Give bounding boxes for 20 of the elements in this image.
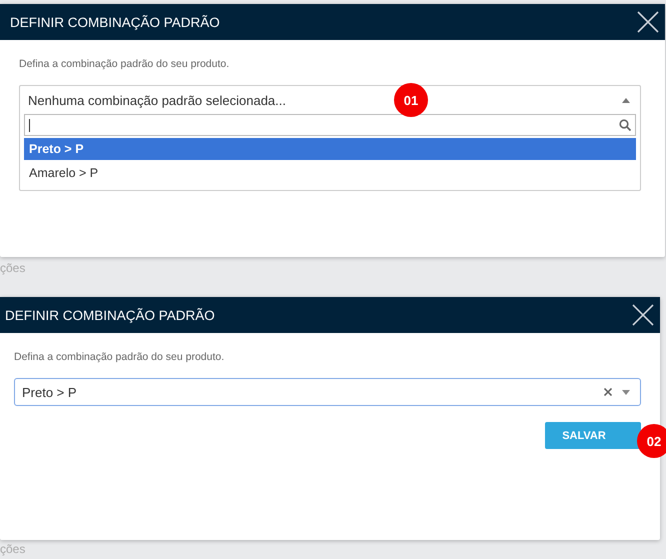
caret-up-icon bbox=[622, 98, 630, 102]
search-icon bbox=[619, 119, 631, 131]
background-text: ções bbox=[0, 261, 26, 275]
modal-title: DEFINIR COMBINAÇÃO PADRÃO bbox=[5, 308, 215, 322]
select-field[interactable]: Preto > P bbox=[14, 378, 641, 406]
caret-down-icon bbox=[622, 390, 630, 394]
background-text: ções bbox=[0, 542, 26, 556]
step-badge: 01 bbox=[394, 83, 428, 117]
close-icon[interactable] bbox=[632, 304, 654, 326]
modal-title: DEFINIR COMBINAÇÃO PADRÃO bbox=[10, 14, 220, 30]
description-text: Defina a combinação padrão do seu produto. bbox=[19, 58, 230, 70]
clear-icon[interactable] bbox=[604, 388, 612, 396]
dropdown-option[interactable]: Preto > P bbox=[24, 138, 636, 160]
search-field[interactable] bbox=[24, 114, 636, 136]
dropdown-option[interactable]: Amarelo > P bbox=[24, 162, 636, 184]
dropdown[interactable]: Nenhuma combinação padrão selecionada... 01 Preto > P Amarelo > P bbox=[19, 85, 641, 191]
step-badge: 02 bbox=[637, 424, 666, 458]
select-placeholder: Nenhuma combinação padrão selecionada... bbox=[28, 92, 286, 108]
close-icon[interactable] bbox=[637, 11, 659, 33]
description-text: Defina a combinação padrão do seu produto. bbox=[14, 351, 226, 363]
